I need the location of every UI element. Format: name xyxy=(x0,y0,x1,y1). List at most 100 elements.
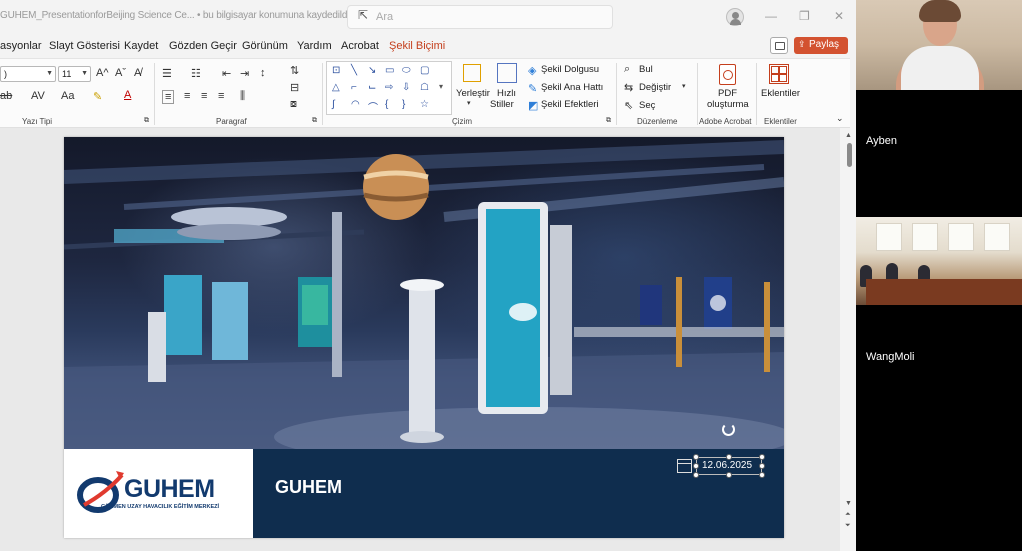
participant-video-self[interactable] xyxy=(856,0,1022,90)
textbox-shape-icon[interactable]: ⊡ xyxy=(332,65,340,76)
minimize-button[interactable]: — xyxy=(765,9,777,23)
elbow-connector-shape-icon[interactable]: ⌐ xyxy=(351,82,357,93)
quick-styles-label-2[interactable]: Stiller xyxy=(490,99,514,110)
numbering-icon[interactable]: ☷ xyxy=(191,67,201,80)
freeform-shape-icon[interactable]: ☖ xyxy=(420,82,429,93)
tab-acrobat[interactable]: Acrobat xyxy=(341,40,379,52)
logo-subtitle: GÖKMEN UZAY HAVACILIK EĞİTİM MERKEZİ xyxy=(101,504,220,510)
rectangle-shape-icon[interactable]: ▭ xyxy=(385,65,394,76)
arrange-dropdown-icon[interactable]: ▾ xyxy=(467,99,471,107)
tab-help[interactable]: Yardım xyxy=(297,40,332,52)
find-button[interactable]: Bul xyxy=(639,64,653,75)
share-button[interactable]: ⇪ Paylaş xyxy=(794,37,848,54)
font-color-icon[interactable]: A xyxy=(124,89,131,101)
tab-animations[interactable]: asyonlar xyxy=(0,40,42,52)
resize-handle[interactable] xyxy=(726,454,732,460)
addins-button[interactable]: Eklentiler xyxy=(761,88,800,99)
shrink-font-icon[interactable]: Aˇ xyxy=(115,67,126,79)
resize-handle[interactable] xyxy=(759,472,765,478)
close-button[interactable]: ✕ xyxy=(834,9,844,23)
scroll-thumb[interactable] xyxy=(847,143,852,167)
star-shape-icon[interactable]: ☆ xyxy=(420,99,429,110)
char-spacing-icon[interactable]: AV xyxy=(31,90,45,102)
select-button[interactable]: Seç xyxy=(639,100,655,111)
slide-date[interactable]: 12.06.2025 xyxy=(702,460,752,471)
resize-handle[interactable] xyxy=(759,454,765,460)
bullets-icon[interactable]: ☰ xyxy=(162,67,172,80)
curve-shape-icon[interactable]: ⌒ xyxy=(368,99,378,114)
align-left-icon[interactable]: ≡ xyxy=(162,90,175,104)
replace-button[interactable]: Değiştir xyxy=(639,82,671,93)
scroll-up-icon[interactable]: ▲ xyxy=(845,132,852,139)
resize-handle[interactable] xyxy=(693,472,699,478)
next-slide-icon[interactable]: ⏷ xyxy=(845,522,851,530)
clear-format-icon[interactable]: A̸ xyxy=(134,67,141,79)
curved-connector-shape-icon[interactable]: ⌙ xyxy=(368,82,376,93)
exhibition-hall-photo[interactable] xyxy=(64,137,784,449)
tab-slide-show[interactable]: Slayt Gösterisi xyxy=(49,40,120,52)
justify-icon[interactable]: ≡ xyxy=(218,90,224,102)
highlight-icon[interactable]: ✎ xyxy=(93,90,102,103)
left-brace-shape-icon[interactable]: { xyxy=(385,99,388,110)
font-size-combo[interactable]: 11 ▼ xyxy=(58,66,91,82)
paragraph-dialog-launcher-icon[interactable]: ⧉ xyxy=(312,117,317,125)
vertical-scrollbar[interactable]: ▲ ▼ ⏶ ⏷ xyxy=(842,128,856,551)
rotate-handle-icon[interactable] xyxy=(722,423,735,436)
columns-icon[interactable]: ⫼ xyxy=(240,90,245,103)
shape-effects-button[interactable]: Şekil Efektleri xyxy=(541,99,599,110)
align-text-icon[interactable]: ⊟ xyxy=(290,81,299,94)
triangle-shape-icon[interactable]: △ xyxy=(332,82,340,93)
search-box[interactable]: ⇱ Ara xyxy=(347,5,613,29)
participant-video-room[interactable] xyxy=(856,217,1022,305)
drawing-group-label: Çizim xyxy=(452,117,472,126)
decrease-indent-icon[interactable]: ⇤ xyxy=(222,67,231,80)
scribble-shape-icon[interactable]: ∫ xyxy=(332,99,335,110)
right-brace-shape-icon[interactable]: } xyxy=(402,99,405,110)
shapes-more-icon[interactable]: ▾ xyxy=(439,82,443,91)
rounded-rect-shape-icon[interactable]: ▢ xyxy=(420,65,429,76)
shape-outline-button[interactable]: Şekil Ana Hattı xyxy=(541,82,603,93)
create-pdf-label-1[interactable]: PDF xyxy=(718,88,737,99)
down-arrow-shape-icon[interactable]: ⇩ xyxy=(402,82,410,93)
quick-styles-label-1[interactable]: Hızlı xyxy=(497,88,516,99)
shapes-gallery[interactable]: ⊡ ╲ ↘ ▭ ⬭ ▢ △ ⌐ ⌙ ⇨ ⇩ ☖ ∫ ◠ ⌒ { } ☆ ▾ xyxy=(326,61,452,115)
create-pdf-label-2[interactable]: oluşturma xyxy=(707,99,749,110)
comments-button[interactable] xyxy=(770,37,788,54)
oval-shape-icon[interactable]: ⬭ xyxy=(402,65,411,76)
slide[interactable]: GUHEM GÖKMEN UZAY HAVACILIK EĞİTİM MERKE… xyxy=(64,137,784,538)
resize-handle[interactable] xyxy=(693,463,699,469)
collapse-ribbon-icon[interactable]: ⌄ xyxy=(836,113,844,124)
tab-review[interactable]: Gözden Geçir xyxy=(169,40,237,52)
restore-button[interactable]: ❐ xyxy=(799,9,810,23)
scroll-down-icon[interactable]: ▼ xyxy=(845,500,852,507)
document-title[interactable]: GUHEM_PresentationforBeijing Science Ce.… xyxy=(0,10,360,21)
font-name-combo[interactable]: ) ▼ xyxy=(0,66,56,82)
slide-title[interactable]: GUHEM xyxy=(275,477,342,498)
replace-dropdown-icon[interactable]: ▾ xyxy=(682,82,686,90)
right-arrow-shape-icon[interactable]: ⇨ xyxy=(385,82,393,93)
font-dialog-launcher-icon[interactable]: ⧉ xyxy=(144,117,149,125)
resize-handle[interactable] xyxy=(693,454,699,460)
shape-fill-button[interactable]: Şekil Dolgusu xyxy=(541,64,599,75)
resize-handle[interactable] xyxy=(759,463,765,469)
align-center-icon[interactable]: ≡ xyxy=(184,90,190,102)
resize-handle[interactable] xyxy=(726,472,732,478)
line-shape-icon[interactable]: ╲ xyxy=(351,65,357,76)
strikethrough-icon[interactable]: ab xyxy=(0,90,12,102)
tab-view[interactable]: Görünüm xyxy=(242,40,288,52)
grow-font-icon[interactable]: A^ xyxy=(96,67,109,79)
arrange-label[interactable]: Yerleştir xyxy=(456,88,490,99)
align-right-icon[interactable]: ≡ xyxy=(201,90,207,102)
arrow-line-shape-icon[interactable]: ↘ xyxy=(368,65,376,76)
tab-record[interactable]: Kaydet xyxy=(124,40,158,52)
text-direction-icon[interactable]: ⇅ xyxy=(290,64,299,77)
arc-shape-icon[interactable]: ◠ xyxy=(351,99,360,110)
tab-shape-format[interactable]: Şekil Biçimi xyxy=(389,40,445,52)
change-case-icon[interactable]: Aa xyxy=(61,90,74,102)
smartart-icon[interactable]: ⧇ xyxy=(290,98,297,111)
increase-indent-icon[interactable]: ⇥ xyxy=(240,67,249,80)
profile-avatar-icon[interactable] xyxy=(726,8,744,26)
drawing-dialog-launcher-icon[interactable]: ⧉ xyxy=(606,117,611,125)
line-spacing-icon[interactable]: ↕ xyxy=(260,67,266,79)
previous-slide-icon[interactable]: ⏶ xyxy=(845,511,851,519)
